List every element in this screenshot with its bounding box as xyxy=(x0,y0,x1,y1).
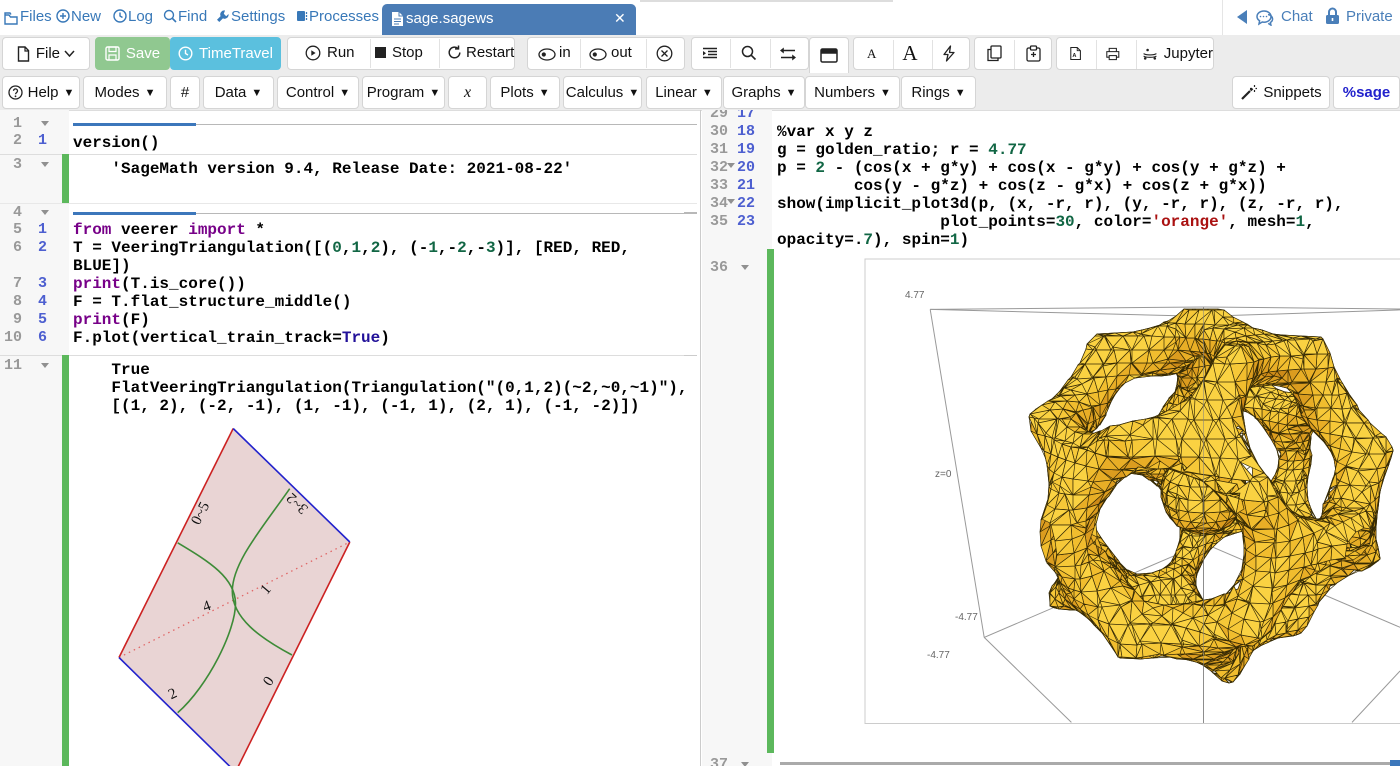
svg-text:4.77: 4.77 xyxy=(905,290,925,301)
svg-text:z=0: z=0 xyxy=(935,469,952,480)
svg-text:-4.77: -4.77 xyxy=(955,612,978,623)
svg-text:A: A xyxy=(1072,53,1076,59)
svg-text:-4.77: -4.77 xyxy=(927,650,950,661)
